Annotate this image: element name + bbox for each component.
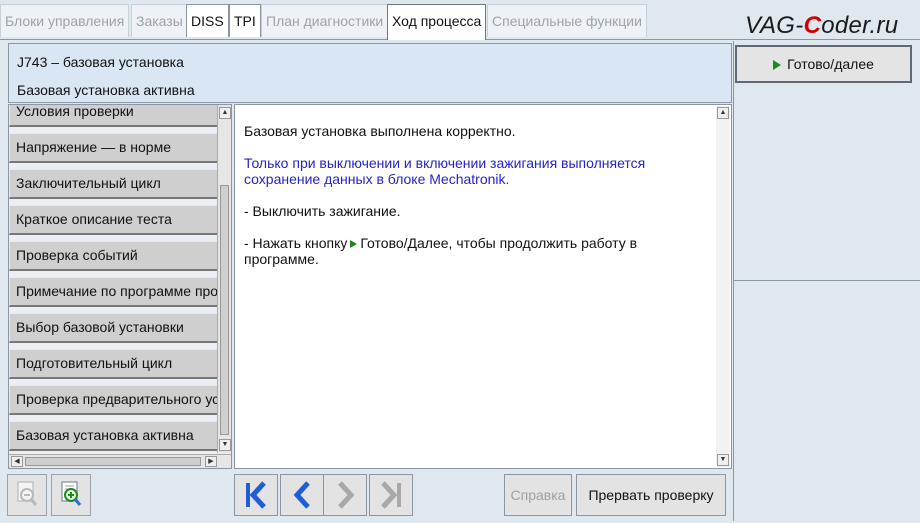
scrollbar-thumb[interactable] <box>220 185 229 435</box>
scroll-down-icon[interactable]: ▼ <box>717 454 729 466</box>
last-step-button[interactable] <box>369 474 413 516</box>
right-panel <box>733 41 920 521</box>
step-list: Условия проверки Напряжение — в норме За… <box>8 104 232 469</box>
list-item[interactable]: Подготовительный цикл <box>9 349 219 379</box>
zoom-in-icon <box>61 481 82 506</box>
instruction-text: - Нажать кнопку Готово/Далее, чтобы продо… <box>244 235 638 267</box>
list-item[interactable]: Краткое описание теста <box>9 205 219 235</box>
step-list-horizontal-scrollbar[interactable]: ◀ ▶ <box>9 454 231 468</box>
process-header: J743 – базовая установка Базовая установ… <box>8 43 732 103</box>
list-item[interactable]: Условия проверки <box>9 105 219 127</box>
tab-process[interactable]: Ход процесса <box>387 4 487 40</box>
scrollbar-thumb[interactable] <box>25 457 201 466</box>
list-item[interactable]: Напряжение — в норме <box>9 133 219 163</box>
help-button[interactable]: Справка <box>504 474 572 516</box>
watermark-logo: VAG-Coder.ru <box>745 12 899 39</box>
previous-step-button[interactable] <box>280 474 324 516</box>
instruction-scrollbar[interactable]: ▲ ▼ <box>716 106 730 467</box>
scroll-up-icon[interactable]: ▲ <box>219 107 231 119</box>
list-item[interactable]: Проверка событий <box>9 241 219 271</box>
list-item[interactable]: Заключительный цикл <box>9 169 219 199</box>
first-step-button[interactable] <box>234 474 278 516</box>
list-item[interactable]: Проверка предварительного условия <box>9 385 219 415</box>
tab-tpi[interactable]: TPI <box>229 4 261 37</box>
abort-test-button[interactable]: Прервать проверку <box>576 474 726 516</box>
instruction-panel: Базовая установка выполнена корректно. Т… <box>234 104 732 469</box>
zoom-out-icon <box>17 481 38 506</box>
tab-special-functions[interactable]: Специальные функции <box>487 4 647 37</box>
last-step-icon <box>381 481 401 509</box>
list-item[interactable]: Примечание по программе проверки <box>9 277 219 307</box>
chevron-right-icon <box>338 481 355 509</box>
process-status: Базовая установка активна <box>17 82 195 98</box>
next-step-button[interactable] <box>323 474 367 516</box>
play-arrow-icon <box>773 60 782 71</box>
step-list-vertical-scrollbar[interactable]: ▲ ▼ <box>217 105 231 453</box>
tab-diss[interactable]: DISS <box>186 4 229 37</box>
scroll-left-icon[interactable]: ◀ <box>11 456 23 467</box>
list-item[interactable]: Базовая установка активна <box>9 421 219 451</box>
zoom-in-button[interactable] <box>51 474 91 516</box>
zoom-out-button[interactable] <box>7 474 47 516</box>
scroll-down-icon[interactable]: ▼ <box>219 439 231 451</box>
next-button[interactable]: Готово/далее <box>735 45 912 83</box>
control-unit-title: J743 – базовая установка <box>17 54 184 70</box>
instruction-note: Только при выключении и включении зажига… <box>244 155 646 187</box>
tab-control-units[interactable]: Блоки управления <box>0 4 130 37</box>
instruction-text: - Выключить зажигание. <box>244 203 401 219</box>
scroll-up-icon[interactable]: ▲ <box>717 107 729 119</box>
first-step-icon <box>246 481 266 509</box>
right-panel-divider <box>733 280 920 281</box>
list-item[interactable]: Выбор базовой установки <box>9 313 219 343</box>
scroll-right-icon[interactable]: ▶ <box>205 456 217 467</box>
tab-orders[interactable]: Заказы <box>131 4 188 37</box>
tab-diagnostic-plan[interactable]: План диагностики <box>261 4 389 37</box>
chevron-left-icon <box>293 481 310 509</box>
instruction-text: Базовая установка выполнена корректно. <box>244 123 516 139</box>
play-arrow-icon <box>350 239 358 248</box>
